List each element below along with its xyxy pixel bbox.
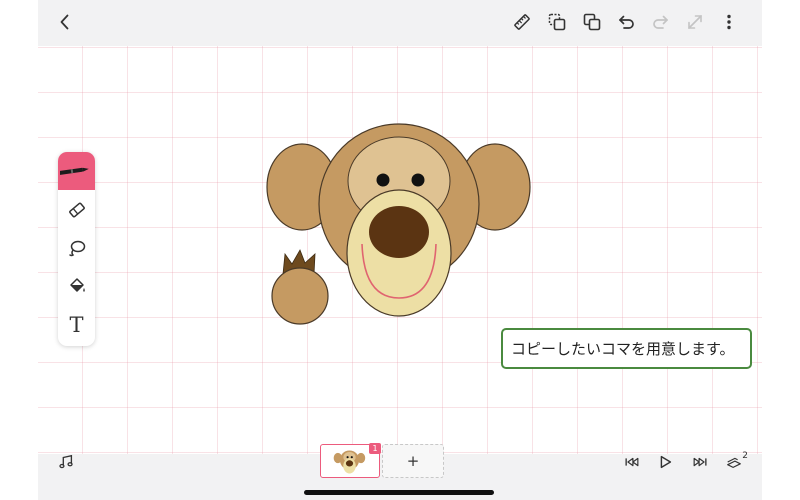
fill-tool[interactable]	[58, 267, 95, 305]
pen-tool[interactable]	[58, 152, 95, 190]
ruler-icon	[514, 14, 530, 30]
add-frame-button[interactable]: +	[382, 444, 444, 478]
more-icon	[727, 14, 731, 30]
lasso-tool[interactable]	[58, 229, 95, 267]
instruction-callout: コピーしたいコマを用意します。	[501, 328, 752, 369]
redo-icon	[653, 15, 668, 29]
copy-frame-icon	[548, 13, 566, 31]
onion-skin-icon	[727, 457, 741, 468]
top-toolbar	[38, 0, 762, 46]
copy-frame-button[interactable]	[540, 5, 574, 39]
undo-button[interactable]	[609, 5, 643, 39]
lasso-icon	[68, 240, 85, 257]
onion-skin-level: 2	[742, 451, 748, 461]
onion-skin-button[interactable]: 2	[718, 446, 750, 478]
back-button[interactable]	[48, 5, 82, 39]
skip-to-start-icon	[625, 457, 639, 467]
play-button[interactable]	[649, 446, 681, 478]
frame-thumbnail[interactable]: 1	[320, 443, 381, 478]
right-margin	[762, 0, 800, 500]
add-frame-label: +	[406, 452, 420, 470]
left-eye	[376, 173, 390, 187]
skip-to-end-button[interactable]	[684, 446, 716, 478]
transform-button[interactable]	[678, 5, 712, 39]
drawing-canvas[interactable]: コピーしたいコマを用意します。	[38, 46, 762, 454]
instruction-text: コピーしたいコマを用意します。	[511, 340, 735, 358]
pen-icon	[59, 167, 89, 175]
more-button[interactable]	[712, 5, 746, 39]
text-tool-glyph: T	[69, 312, 84, 337]
eraser-icon	[68, 202, 85, 218]
home-indicator	[304, 490, 494, 495]
duplicate-icon	[583, 13, 601, 31]
animation-app: コピーしたいコマを用意します。 T 2 1 +	[38, 0, 762, 500]
ruler-button[interactable]	[505, 5, 539, 39]
nose	[369, 206, 429, 258]
monkey-drawing	[266, 123, 531, 325]
undo-icon	[619, 15, 634, 29]
redo-button[interactable]	[644, 5, 678, 39]
music-button[interactable]	[50, 446, 82, 478]
skip-to-start-button[interactable]	[616, 446, 648, 478]
play-icon	[660, 455, 672, 469]
music-note-icon	[59, 454, 73, 469]
paint-bucket-icon	[69, 278, 85, 292]
transform-icon	[688, 15, 702, 29]
chevron-left-icon	[60, 14, 69, 30]
duplicate-button[interactable]	[575, 5, 609, 39]
skip-to-end-icon	[693, 457, 707, 467]
right-eye	[411, 173, 425, 187]
text-tool[interactable]: T	[58, 306, 95, 344]
hand-piece	[271, 267, 329, 325]
frame-number-badge: 1	[369, 443, 381, 454]
eraser-tool[interactable]	[58, 191, 95, 229]
left-margin	[0, 0, 38, 500]
tool-palette: T	[58, 152, 95, 346]
